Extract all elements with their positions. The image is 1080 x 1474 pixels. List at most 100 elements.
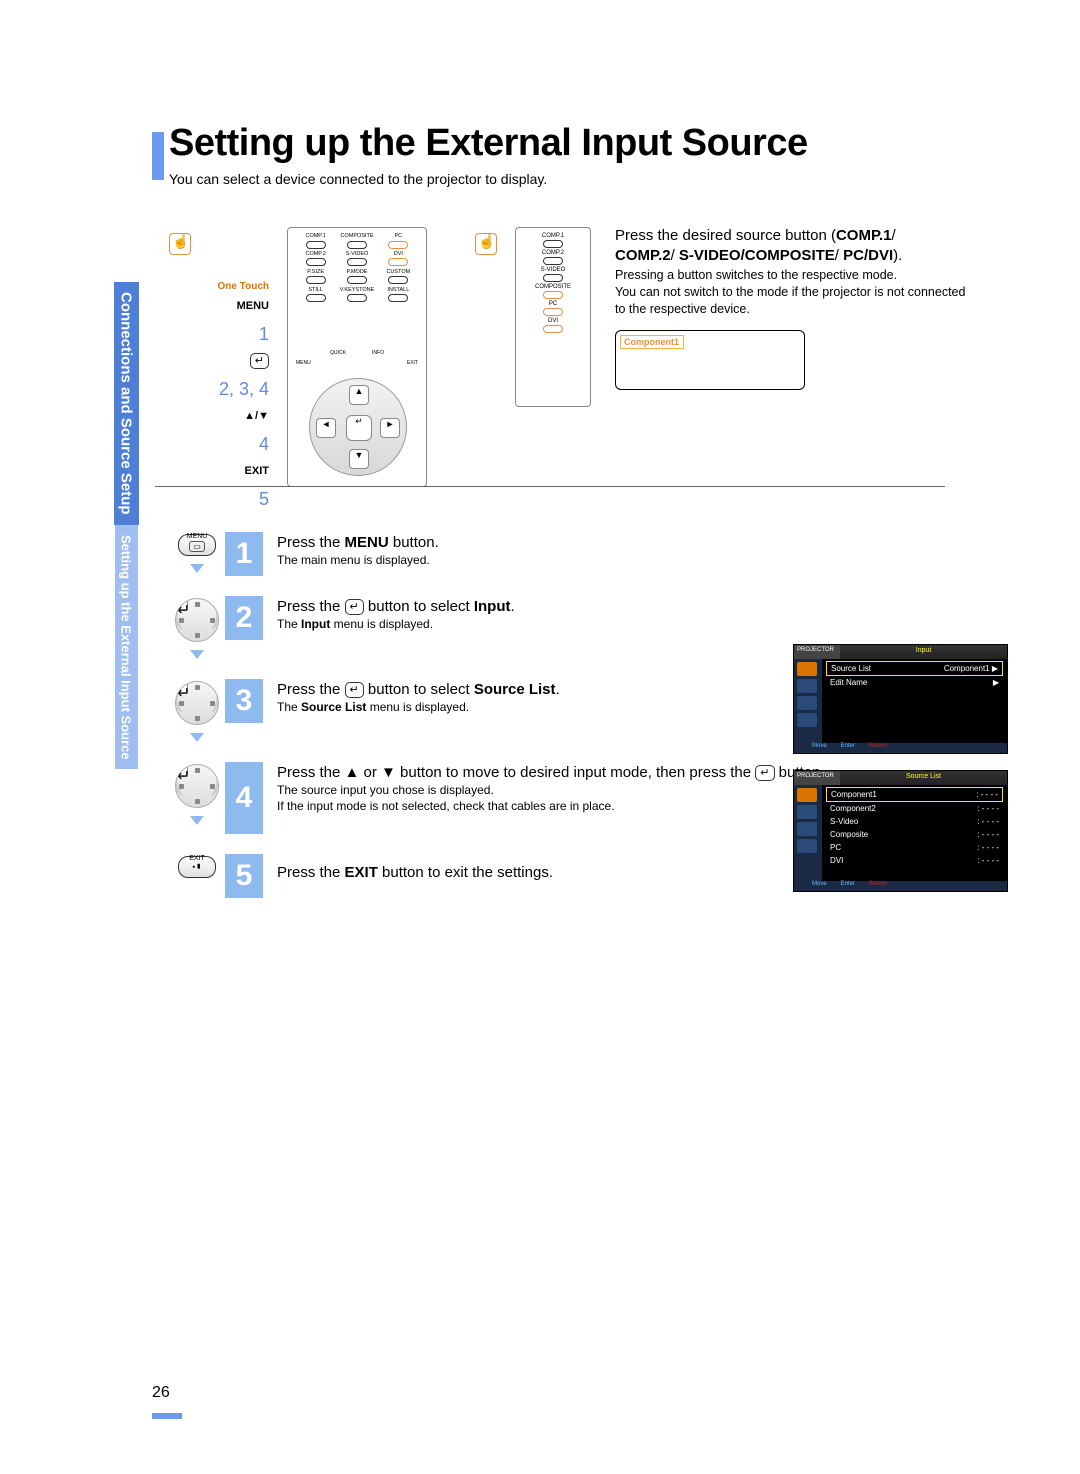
ms-f0: Move xyxy=(812,743,827,753)
label-enter-icon: ↵ xyxy=(250,353,269,369)
page-subtitle: You can select a device connected to the… xyxy=(169,171,970,187)
btn-composite: COMPOSITE xyxy=(337,234,376,240)
sb-pc: PC xyxy=(520,301,586,307)
ms-input-title: Input xyxy=(840,645,1007,659)
btn-vkeystone: V.KEYSTONE xyxy=(337,287,376,293)
side-tab-main: Connections and Source Setup xyxy=(114,282,139,525)
step-1: MENU ▭ 1 Press the MENU button. The main… xyxy=(169,532,970,576)
ms-projector: PROJECTOR xyxy=(794,645,840,659)
enter-key-icon: ↵ xyxy=(755,765,774,781)
ms-f0: Move xyxy=(812,881,827,891)
s1b: MENU xyxy=(345,534,389,551)
chevron-down-icon xyxy=(190,733,204,742)
s2sb: Input xyxy=(301,617,330,631)
s3sb: Source List xyxy=(301,700,366,714)
ms-sidebar xyxy=(794,785,822,881)
exit-button-icon: EXIT ⬩▮ xyxy=(178,856,216,878)
s3d: . xyxy=(556,681,560,698)
label-updown: ▲/▼ xyxy=(209,406,269,427)
ms-sr4k: PC xyxy=(830,843,841,852)
step-number: 4 xyxy=(225,762,263,834)
ms-f2: Return xyxy=(869,881,887,891)
nav-pad-icon: ↵ xyxy=(175,598,219,642)
component1-label: Component1 xyxy=(620,335,684,349)
btn-svideo: S-VIDEO xyxy=(337,252,376,258)
label-one-touch: One Touch xyxy=(209,277,269,296)
ms-sr0k: Component1 xyxy=(831,790,877,799)
btn-pc: PC xyxy=(379,234,418,240)
btn-psize: P.SIZE xyxy=(296,269,335,275)
label-menu: MENU xyxy=(209,296,269,317)
ms-sr0v: : - - - - xyxy=(976,790,998,799)
ms-ir1v: ▶ xyxy=(993,678,999,687)
enter-icon: ↵ xyxy=(176,682,188,694)
ms-sr1k: Component2 xyxy=(830,804,876,813)
remote-step-labels: One Touch MENU 1 ↵ 2, 3, 4 ▲/▼ 4 EXIT 5 xyxy=(209,227,269,516)
nav-down-icon: ▼ xyxy=(349,449,369,469)
label-n4: 4 xyxy=(209,427,269,461)
ms-f1: Enter xyxy=(841,881,855,891)
top-row: One Touch MENU 1 ↵ 2, 3, 4 ▲/▼ 4 EXIT 5 … xyxy=(169,227,970,516)
hand-icon xyxy=(169,233,191,255)
label-exit: EXIT xyxy=(209,461,269,482)
ms-sr4v: : - - - - xyxy=(977,843,999,852)
nav-up-icon: ▲ xyxy=(349,385,369,405)
td-2a: COMP.2 xyxy=(615,247,671,264)
enter-icon: ↵ xyxy=(176,765,188,777)
td-sub1: Pressing a button switches to the respec… xyxy=(615,267,970,284)
s3sc: menu is displayed. xyxy=(366,700,469,714)
ms-f2: Return xyxy=(869,743,887,753)
s2d: . xyxy=(510,598,514,615)
menu-screenshot-input: PROJECTORInput Source ListComponent1 ▶ E… xyxy=(793,644,1008,754)
side-tab: Connections and Source Setup Setting up … xyxy=(112,270,140,780)
ms-f1: Enter xyxy=(841,743,855,753)
td-2c: S-VIDEO/COMPOSITE xyxy=(679,247,835,264)
s2sa: The xyxy=(277,617,301,631)
td-2f: ). xyxy=(893,247,902,264)
title-bar xyxy=(152,132,164,180)
enter-key-icon: ↵ xyxy=(345,682,364,698)
component-preview: Component1 xyxy=(615,330,805,390)
s5c: button to exit the settings. xyxy=(378,864,553,881)
step-number: 5 xyxy=(225,854,263,898)
ms-sr2v: : - - - - xyxy=(977,817,999,826)
ms-sr1v: : - - - - xyxy=(977,804,999,813)
ms-sr2k: S-Video xyxy=(830,817,858,826)
td-2d: / xyxy=(835,247,843,264)
btn-custom: CUSTOM xyxy=(379,269,418,275)
btn-pmode: P.MODE xyxy=(337,269,376,275)
chevron-down-icon xyxy=(190,564,204,573)
s1a: Press the xyxy=(277,534,345,551)
btn-comp1: COMP.1 xyxy=(296,234,335,240)
page: Connections and Source Setup Setting up … xyxy=(0,0,1080,1474)
page-title: Setting up the External Input Source xyxy=(169,122,970,165)
btn-install: INSTALL xyxy=(379,287,418,293)
btn-dvi: DVI xyxy=(379,252,418,258)
td-sub2: You can not switch to the mode if the pr… xyxy=(615,284,970,318)
page-number: 26 xyxy=(152,1384,170,1402)
td-2b: / xyxy=(671,247,679,264)
s3b: button to select xyxy=(364,681,474,698)
enter-icon: ↵ xyxy=(176,599,188,611)
btn-still: STILL xyxy=(296,287,335,293)
ms-ir1k: Edit Name xyxy=(830,678,867,687)
chevron-down-icon xyxy=(190,650,204,659)
nav-pad-icon: ↵ xyxy=(175,681,219,725)
s5a: Press the xyxy=(277,864,345,881)
btn-comp2: COMP.2 xyxy=(296,252,335,258)
nav-pad-icon: ↵ xyxy=(175,764,219,808)
remote-main: COMP.1 COMPOSITE PC COMP.2 S-VIDEO DVI P… xyxy=(287,227,427,487)
arc-quick: QUICK xyxy=(330,350,346,356)
page-number-bar xyxy=(152,1413,182,1419)
td-1c: / xyxy=(892,227,896,244)
nav-enter-icon: ↵ xyxy=(346,415,372,441)
td-1a: Press the desired source button ( xyxy=(615,227,836,244)
ms-projector: PROJECTOR xyxy=(794,771,840,785)
side-tab-sub: Setting up the External Input Source xyxy=(115,525,138,770)
ms-ir0v: Component1 ▶ xyxy=(944,664,998,673)
ms-sr5v: : - - - - xyxy=(977,856,999,865)
ms-sr3k: Composite xyxy=(830,830,868,839)
menu-screenshot-sourcelist: PROJECTORSource List Component1: - - - -… xyxy=(793,770,1008,892)
ms-sidebar xyxy=(794,659,822,743)
hand-col-1 xyxy=(169,227,191,516)
